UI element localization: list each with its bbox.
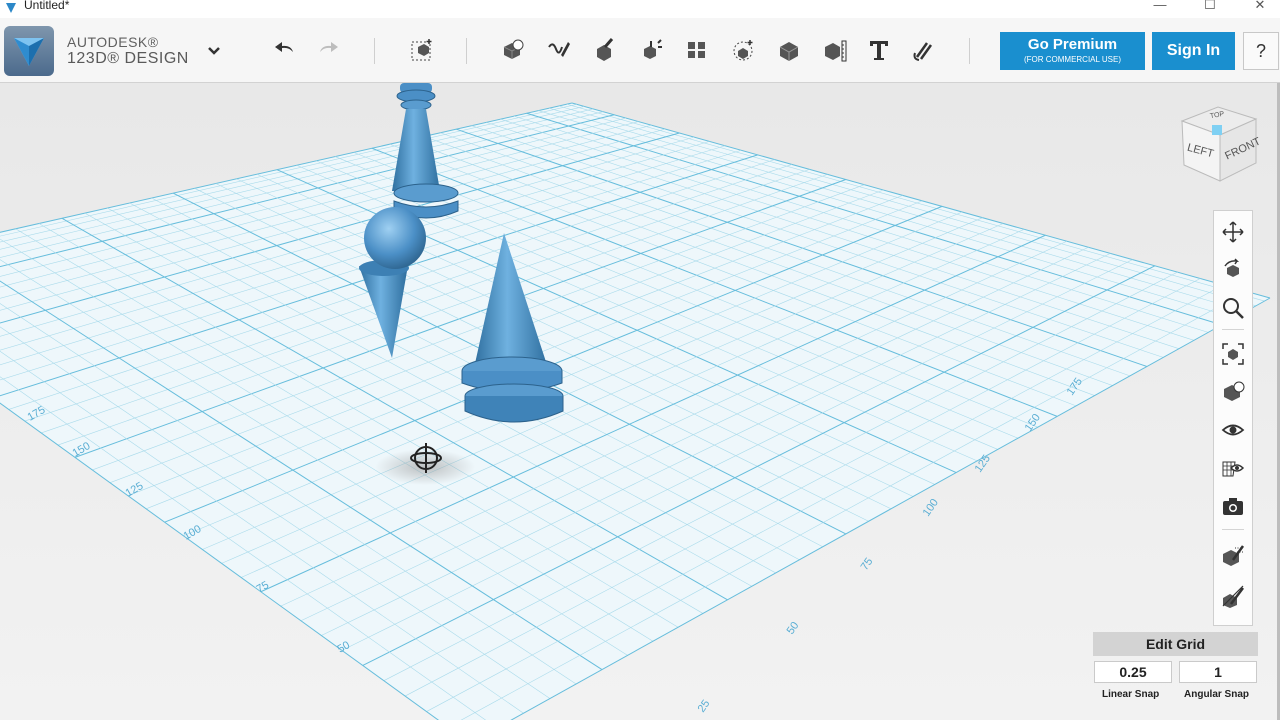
app-menu-chevron-icon[interactable] (198, 34, 230, 66)
workplane-surface[interactable] (0, 103, 1270, 720)
sketch-icon[interactable] (543, 34, 575, 66)
3d-viewport[interactable]: 175 150 125 100 75 50 175 150 125 100 75… (0, 83, 1277, 720)
view-cube[interactable]: TOP LEFT FRONT (1178, 101, 1263, 183)
text-icon[interactable] (863, 34, 895, 66)
angular-snap-label: Angular Snap (1184, 689, 1250, 700)
fit-icon[interactable] (1220, 341, 1246, 367)
grid-label: 100 (921, 497, 941, 519)
views-icon[interactable] (1220, 379, 1246, 405)
window-title: Untitled* (24, 0, 70, 12)
linear-snap-field[interactable]: 0.25 (1094, 661, 1172, 683)
combine-icon[interactable] (773, 34, 805, 66)
nav-separator (1222, 329, 1244, 330)
title-bar: Untitled* — ☐ ✕ (0, 0, 1280, 18)
orbit-icon[interactable] (1220, 257, 1246, 283)
minimize-button[interactable]: — (1148, 0, 1172, 15)
close-button[interactable]: ✕ (1248, 0, 1272, 15)
nav-separator (1222, 529, 1244, 530)
toolbar-separator (374, 38, 375, 64)
redo-icon[interactable] (313, 34, 345, 66)
construct-icon[interactable] (589, 34, 621, 66)
snap-icon[interactable] (908, 34, 940, 66)
workplane-grid (0, 102, 1271, 720)
help-button[interactable]: ? (1243, 32, 1279, 70)
premium-subtitle: (FOR COMMERCIAL USE) (1023, 55, 1122, 64)
grid-label: 50 (785, 620, 802, 637)
transform-icon[interactable] (406, 34, 438, 66)
sign-in-button[interactable]: Sign In (1152, 32, 1235, 70)
snap-on-icon[interactable] (1220, 541, 1246, 567)
zoom-icon[interactable] (1220, 295, 1246, 321)
grid-label: 75 (859, 556, 876, 573)
workplane-scene[interactable]: 175 150 125 100 75 50 175 150 125 100 75… (0, 83, 1277, 720)
toolbar-separator (969, 38, 970, 64)
visibility-icon[interactable] (1220, 417, 1246, 443)
pattern-icon[interactable] (681, 34, 713, 66)
edit-grid-button[interactable]: Edit Grid (1093, 632, 1258, 656)
navigation-bar (1213, 210, 1253, 626)
angular-snap-field[interactable]: 1 (1179, 661, 1257, 683)
pan-icon[interactable] (1220, 219, 1246, 245)
toolbar-separator (466, 38, 467, 64)
primitives-icon[interactable] (497, 34, 529, 66)
linear-snap-label: Linear Snap (1102, 689, 1160, 700)
app-icon (6, 3, 16, 13)
grid-label: 25 (696, 698, 713, 715)
grouping-icon[interactable] (727, 34, 759, 66)
go-premium-button[interactable]: Go Premium (FOR COMMERCIAL USE) (1000, 32, 1145, 70)
snapshot-icon[interactable] (1220, 493, 1246, 519)
app-logo[interactable] (4, 26, 54, 76)
premium-title: Go Premium (1027, 36, 1118, 53)
brand-product: 123D® DESIGN (67, 50, 189, 67)
material-icon[interactable] (1220, 455, 1246, 481)
logo-icon (14, 38, 44, 66)
snap-off-icon[interactable] (1220, 583, 1246, 609)
main-toolbar: AUTODESK® 123D® DESIGN Go Premium (FOR C… (0, 18, 1280, 83)
measure-icon[interactable] (819, 34, 851, 66)
undo-icon[interactable] (268, 34, 300, 66)
modify-icon[interactable] (635, 34, 667, 66)
maximize-button[interactable]: ☐ (1198, 0, 1222, 15)
brand-autodesk: AUTODESK® (67, 34, 159, 50)
